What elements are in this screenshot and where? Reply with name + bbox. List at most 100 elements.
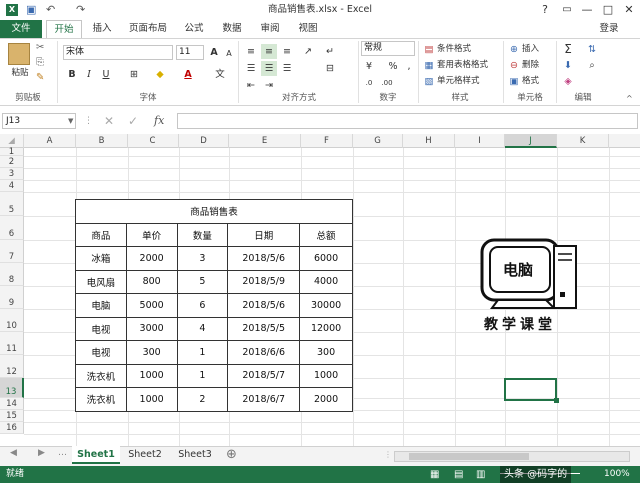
tab-file[interactable]: 文件: [0, 20, 42, 38]
table-cell[interactable]: 2000: [125, 246, 178, 271]
name-box-dropdown-icon[interactable]: ▼: [68, 113, 73, 129]
table-cell[interactable]: 冰箱: [75, 246, 127, 271]
table-cell[interactable]: 3000: [125, 316, 178, 341]
autosum-icon[interactable]: Σ: [560, 42, 576, 57]
table-cell[interactable]: 12000: [299, 316, 353, 341]
fill-icon[interactable]: ⬇: [560, 58, 576, 73]
row-header-5[interactable]: 5: [0, 192, 24, 216]
tab-review[interactable]: 审阅: [252, 20, 288, 38]
table-cell[interactable]: 4000: [299, 269, 353, 294]
conditional-format-button[interactable]: 条件格式: [437, 42, 471, 56]
paste-button[interactable]: 粘贴: [8, 66, 32, 80]
delete-cells-button[interactable]: 删除: [522, 58, 539, 72]
cell-styles-button[interactable]: 单元格样式: [437, 74, 480, 88]
minimize-button[interactable]: —: [576, 0, 598, 20]
increase-decimal-icon[interactable]: .0: [361, 76, 377, 91]
borders-icon[interactable]: ⊞: [126, 67, 142, 82]
font-color-icon[interactable]: A: [180, 67, 196, 82]
tab-formulas[interactable]: 公式: [176, 20, 212, 38]
align-bottom-icon[interactable]: ≡: [279, 44, 295, 59]
column-header-k[interactable]: K: [557, 134, 609, 148]
table-cell[interactable]: 洗衣机: [75, 387, 127, 412]
table-header-cell[interactable]: 商品: [75, 222, 127, 247]
table-header-cell[interactable]: 日期: [227, 222, 301, 247]
clear-icon[interactable]: ◈: [560, 74, 576, 89]
row-header-16[interactable]: 16: [0, 422, 24, 434]
tab-data[interactable]: 数据: [214, 20, 250, 38]
merge-center-icon[interactable]: ⊟: [322, 61, 338, 76]
format-painter-icon[interactable]: ✎: [36, 72, 44, 83]
row-header-10[interactable]: 10: [0, 309, 24, 332]
table-cell[interactable]: 2: [176, 387, 229, 412]
next-sheet-icon[interactable]: ▶: [38, 448, 45, 458]
row-header-8[interactable]: 8: [0, 263, 24, 286]
table-cell[interactable]: 6: [176, 293, 229, 318]
table-cell[interactable]: 2018/6/7: [227, 387, 301, 412]
horizontal-scroll-thumb[interactable]: [409, 453, 529, 460]
table-cell[interactable]: 800: [125, 269, 178, 294]
conditional-format-icon[interactable]: ▤: [421, 42, 437, 57]
table-header-cell[interactable]: 数量: [176, 222, 229, 247]
restore-button[interactable]: □: [597, 0, 619, 20]
column-header-i[interactable]: I: [455, 134, 505, 148]
decrease-decimal-icon[interactable]: .00: [379, 76, 395, 91]
table-cell[interactable]: 4: [176, 316, 229, 341]
italic-button[interactable]: I: [81, 67, 97, 82]
insert-cells-icon[interactable]: ⊕: [506, 42, 522, 57]
table-header-cell[interactable]: 单价: [125, 222, 178, 247]
sheet-tab-1[interactable]: Sheet1: [72, 446, 120, 464]
table-cell[interactable]: 6000: [299, 246, 353, 271]
phonetic-icon[interactable]: 文: [212, 67, 228, 82]
row-header-3[interactable]: 3: [0, 168, 24, 180]
column-header-e[interactable]: E: [229, 134, 301, 148]
column-header-c[interactable]: C: [127, 134, 179, 148]
table-cell[interactable]: 5: [176, 269, 229, 294]
paste-icon[interactable]: [8, 43, 30, 65]
comma-style-icon[interactable]: ,: [401, 59, 417, 74]
close-button[interactable]: ✕: [618, 0, 640, 20]
column-header-a[interactable]: A: [24, 134, 76, 148]
column-header-d[interactable]: D: [179, 134, 229, 148]
fill-handle[interactable]: [554, 398, 559, 403]
table-cell[interactable]: 2018/6/6: [227, 340, 301, 365]
table-cell[interactable]: 电风扇: [75, 269, 127, 294]
font-name-combo[interactable]: 宋体: [63, 45, 173, 60]
row-header-13[interactable]: 13: [0, 378, 24, 398]
row-header-6[interactable]: 6: [0, 216, 24, 240]
column-header-g[interactable]: G: [353, 134, 403, 148]
table-cell[interactable]: 电脑: [75, 293, 127, 318]
table-header-cell[interactable]: 总额: [299, 222, 353, 247]
column-header-h[interactable]: H: [403, 134, 455, 148]
cut-icon[interactable]: ✂: [36, 42, 44, 53]
tab-view[interactable]: 视图: [290, 20, 326, 38]
tab-page-layout[interactable]: 页面布局: [122, 20, 174, 38]
find-select-icon[interactable]: ⌕: [584, 58, 600, 73]
row-header-9[interactable]: 9: [0, 286, 24, 309]
column-header-j[interactable]: J: [505, 134, 557, 148]
align-center-icon[interactable]: ☰: [261, 61, 277, 76]
row-header-1[interactable]: 1: [0, 148, 24, 156]
column-header-f[interactable]: F: [301, 134, 353, 148]
row-header-4[interactable]: 4: [0, 180, 24, 192]
select-all-corner[interactable]: ◢: [0, 134, 24, 148]
normal-view-icon[interactable]: ▦: [430, 466, 439, 483]
prev-sheet-icon[interactable]: ◀: [10, 448, 17, 458]
table-cell[interactable]: 2018/5/6: [227, 246, 301, 271]
tab-home[interactable]: 开始: [46, 20, 82, 38]
shrink-font-button[interactable]: A: [221, 46, 237, 61]
row-header-7[interactable]: 7: [0, 240, 24, 263]
accounting-format-icon[interactable]: ¥: [361, 59, 377, 74]
tab-insert[interactable]: 插入: [84, 20, 120, 38]
ribbon-display-icon[interactable]: ▭: [556, 0, 578, 20]
table-cell[interactable]: 1000: [299, 363, 353, 388]
wrap-text-icon[interactable]: ↵: [322, 44, 338, 59]
delete-cells-icon[interactable]: ⊖: [506, 58, 522, 73]
table-cell[interactable]: 5000: [125, 293, 178, 318]
increase-indent-icon[interactable]: ⇥: [261, 78, 277, 93]
zoom-level[interactable]: 100%: [604, 466, 630, 483]
row-header-14[interactable]: 14: [0, 398, 24, 410]
format-as-table-button[interactable]: 套用表格格式: [437, 58, 488, 72]
align-left-icon[interactable]: ☰: [243, 61, 259, 76]
align-right-icon[interactable]: ☰: [279, 61, 295, 76]
insert-function-icon[interactable]: fx: [154, 111, 164, 131]
